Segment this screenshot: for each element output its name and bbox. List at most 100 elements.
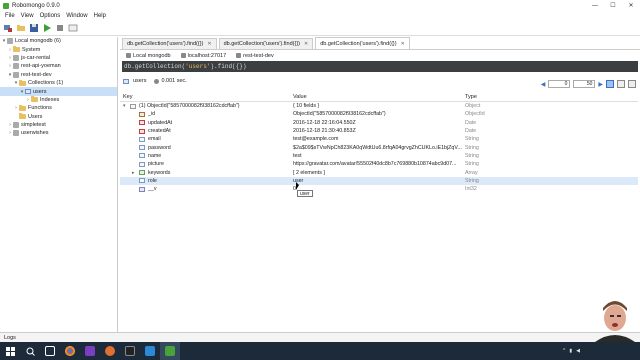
system-tray: ^ ▮ ◀ bbox=[563, 342, 580, 360]
prev-page-icon[interactable]: ◀ bbox=[541, 81, 546, 88]
network-icon[interactable]: ▮ bbox=[569, 348, 572, 354]
page-from-input[interactable]: 0 bbox=[548, 80, 571, 88]
type-column-header[interactable]: Type bbox=[465, 94, 635, 100]
type-cell: Date bbox=[465, 128, 477, 135]
task-view-button[interactable] bbox=[40, 342, 60, 360]
open-button[interactable] bbox=[15, 23, 26, 34]
expand-toggle-icon[interactable]: ▾ bbox=[123, 103, 130, 109]
close-icon[interactable]: ✕ bbox=[207, 41, 211, 47]
result-row[interactable]: name test String bbox=[120, 152, 638, 160]
play-icon bbox=[43, 24, 51, 32]
page-size-input[interactable]: 50 bbox=[573, 80, 596, 88]
menu-help[interactable]: Help bbox=[94, 13, 106, 19]
result-row[interactable]: picture https://gravatar.com/avatar/55502… bbox=[120, 160, 638, 168]
result-row[interactable]: ▾ (1) ObjectId("5857000082f938162cdcffab"… bbox=[120, 102, 638, 110]
tree-item-system[interactable]: › System bbox=[0, 45, 117, 53]
database-icon bbox=[13, 130, 19, 137]
next-page-icon[interactable]: ▶ bbox=[598, 81, 603, 88]
tree-item-db[interactable]: ▾ rest-test-dev bbox=[0, 71, 117, 79]
robomongo-taskbar-button[interactable] bbox=[160, 342, 180, 360]
tree-item-label: Collections (1) bbox=[28, 80, 64, 87]
tree-item-users-collection[interactable]: ▾ users bbox=[0, 87, 117, 96]
tab-query-3[interactable]: db.getCollection('users').find({}) ✕ bbox=[315, 37, 410, 49]
tree-item-db[interactable]: › rest-api-yoeman bbox=[0, 62, 117, 70]
expand-toggle-icon[interactable]: ▸ bbox=[132, 170, 139, 176]
menu-options[interactable]: Options bbox=[40, 13, 61, 19]
git-taskbar-button[interactable] bbox=[100, 342, 120, 360]
shell-button[interactable] bbox=[67, 23, 78, 34]
result-collection: users bbox=[123, 78, 146, 84]
tab-query-2[interactable]: db.getCollection('users').find({}) ✕ bbox=[218, 38, 314, 49]
connection-info: Local mongodb bbox=[126, 53, 171, 59]
database-icon bbox=[13, 122, 19, 129]
tree-item-server[interactable]: ▾ Local mongodb (6) bbox=[0, 37, 117, 45]
query-editor[interactable]: db.getCollection('users').find({}) bbox=[122, 61, 638, 72]
tree-view-toggle-icon[interactable] bbox=[606, 80, 614, 88]
table-view-toggle-icon[interactable] bbox=[617, 80, 625, 88]
key-text: _id bbox=[148, 111, 156, 118]
query-argument: 'users' bbox=[185, 63, 211, 70]
menu-window[interactable]: Window bbox=[66, 13, 87, 19]
visual-studio-taskbar-button[interactable] bbox=[80, 342, 100, 360]
close-icon[interactable]: ✕ bbox=[401, 41, 405, 47]
result-row[interactable]: createdAt 2016-12-18 21:30:40.853Z Date bbox=[120, 127, 638, 135]
tree-item-users-folder[interactable]: Users bbox=[0, 113, 117, 121]
windows-logo-icon bbox=[5, 346, 15, 356]
close-icon[interactable]: ✕ bbox=[304, 41, 308, 47]
result-row[interactable]: _id ObjectId("5857000082f938162cdcffab") O… bbox=[120, 110, 638, 118]
key-text: (1) ObjectId("5857000082f938162cdcffab") bbox=[139, 103, 240, 110]
value-column-header[interactable]: Value bbox=[293, 94, 465, 100]
type-cell: String bbox=[465, 177, 479, 184]
menu-file[interactable]: File bbox=[5, 13, 15, 19]
key-cell: __v bbox=[120, 186, 293, 192]
tree-item-db[interactable]: › js-car-rental bbox=[0, 54, 117, 62]
search-taskbar-button[interactable] bbox=[20, 342, 40, 360]
result-row[interactable]: role user String bbox=[120, 176, 638, 185]
int-type-icon bbox=[139, 186, 145, 192]
tree-item-label: simpletest bbox=[21, 122, 46, 129]
str-type-icon bbox=[139, 161, 145, 167]
result-row[interactable]: updatedAt 2016-12-18 22:16:04.550Z Date bbox=[120, 119, 638, 127]
search-icon bbox=[26, 347, 35, 356]
tree-item-label: users bbox=[33, 88, 47, 95]
result-row[interactable]: ▸ keywords [ 2 elements ] Array bbox=[120, 168, 638, 176]
logs-panel-tab[interactable]: Logs bbox=[0, 332, 640, 342]
value-tooltip: user bbox=[297, 190, 313, 197]
vscode-taskbar-button[interactable] bbox=[140, 342, 160, 360]
save-button[interactable] bbox=[28, 23, 39, 34]
presenter-figure bbox=[595, 301, 635, 342]
result-row[interactable]: __v 0 Int32 bbox=[120, 185, 638, 193]
value-cell: 2016-12-18 21:30:40.853Z bbox=[293, 128, 356, 135]
database-icon bbox=[13, 54, 19, 61]
chrome-taskbar-button[interactable] bbox=[60, 342, 80, 360]
close-button[interactable]: ✕ bbox=[622, 0, 640, 11]
terminal-taskbar-button[interactable] bbox=[120, 342, 140, 360]
result-row[interactable]: email test@example.com String bbox=[120, 135, 638, 143]
maximize-button[interactable]: ☐ bbox=[604, 0, 622, 11]
execute-button[interactable] bbox=[41, 23, 52, 34]
tree-item-db[interactable]: › userwishes bbox=[0, 129, 117, 137]
connect-button[interactable] bbox=[2, 23, 13, 34]
stop-button[interactable] bbox=[54, 23, 65, 34]
database-icon bbox=[13, 71, 19, 78]
tree-item-db[interactable]: › simpletest bbox=[0, 121, 117, 129]
result-row[interactable]: password $2a$09$sTVwNpCh823KA0qWdtUu6.8rf… bbox=[120, 143, 638, 151]
menu-view[interactable]: View bbox=[21, 13, 34, 19]
key-text: email bbox=[148, 136, 161, 143]
host-info: localhost:27017 bbox=[180, 53, 226, 59]
tree-item-indexes[interactable]: › Indexes bbox=[0, 96, 117, 104]
start-button[interactable] bbox=[0, 342, 20, 360]
key-column-header[interactable]: Key bbox=[120, 94, 293, 100]
windows-taskbar: ^ ▮ ◀ bbox=[0, 342, 640, 360]
tree-item-functions[interactable]: › Functions bbox=[0, 104, 117, 112]
visual-studio-icon bbox=[85, 346, 95, 356]
minimize-button[interactable]: — bbox=[586, 0, 604, 11]
value-cell: ObjectId("5857000082f938162cdcffab") bbox=[293, 111, 386, 118]
text-view-toggle-icon[interactable] bbox=[628, 80, 636, 88]
tray-up-arrow-icon[interactable]: ^ bbox=[563, 348, 565, 354]
volume-icon[interactable]: ◀ bbox=[576, 348, 580, 354]
tree-item-collections[interactable]: ▾ Collections (1) bbox=[0, 79, 117, 87]
collection-icon bbox=[123, 78, 129, 84]
folder-open-icon bbox=[16, 25, 25, 31]
tab-query-1[interactable]: db.getCollection('users').find({}) ✕ bbox=[122, 38, 217, 49]
